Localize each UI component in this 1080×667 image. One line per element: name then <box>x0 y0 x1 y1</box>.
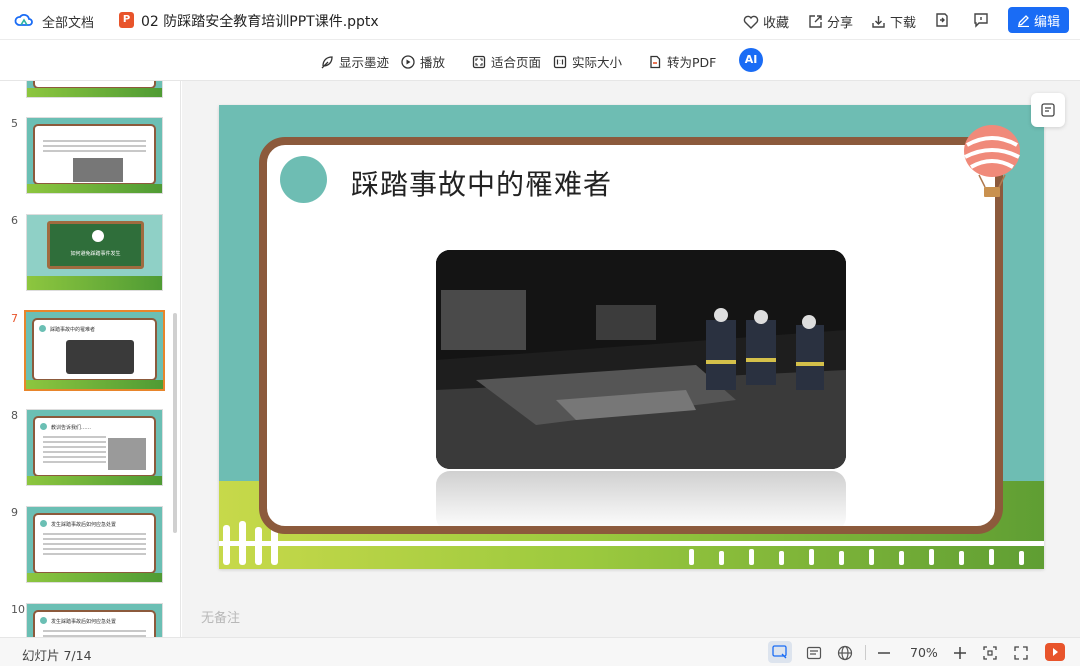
favorite-label: 收藏 <box>763 16 790 31</box>
favorite-button[interactable]: 收藏 <box>743 12 789 31</box>
slide-view: 踩踏事故中的罹难者 无备注 <box>182 81 1080 637</box>
zoom-in-icon[interactable] <box>951 644 969 662</box>
play-circle-icon <box>401 54 415 69</box>
heart-icon <box>743 15 759 29</box>
share-button[interactable]: 分享 <box>808 12 853 31</box>
thumbnail-number: 8 <box>11 409 18 422</box>
fit-page-button[interactable]: 适合页面 <box>472 52 541 71</box>
play-icon <box>1053 648 1058 656</box>
fit-page-icon <box>472 55 486 68</box>
download-icon <box>872 16 885 28</box>
zoom-level: 70% <box>910 645 938 660</box>
slide-title: 踩踏事故中的罹难者 <box>351 168 613 201</box>
slideshow-play-button[interactable] <box>1045 643 1065 661</box>
to-pdf-label: 转为PDF <box>667 55 717 70</box>
slide-view-icon <box>772 645 787 659</box>
thumbnail-slide-7-active[interactable]: 踩踏事故中的罹难者 <box>24 310 165 391</box>
share-icon <box>809 15 822 28</box>
thumbnail-title: 如何避免踩踏事件发生 <box>70 251 121 257</box>
thumbnail-title: 踩踏事故中的罹难者 <box>50 327 96 333</box>
thumbnail-partial[interactable] <box>26 81 163 98</box>
view-toolbar: 显示墨迹 播放 适合页面 实际大小 转为PDF <box>0 40 1080 81</box>
feather-icon <box>321 55 333 68</box>
thumbnail-slide-5[interactable] <box>26 117 163 194</box>
top-bar: 全部文档 P 02 防踩踏安全教育培训PPT课件.pptx 收藏 分享 下载 编… <box>0 0 1080 40</box>
cloud-icon[interactable] <box>14 11 34 29</box>
download-label: 下载 <box>890 16 917 31</box>
edit-button[interactable]: 编辑 <box>1008 7 1069 33</box>
pdf-icon <box>650 55 661 68</box>
thumbnail-title: 发生踩踏事故后如何应急处置 <box>51 619 117 625</box>
thumbnail-title: 教训告诉我们…… <box>51 425 92 431</box>
slide-counter: 幻灯片 7/14 <box>22 648 92 663</box>
edit-label: 编辑 <box>1033 14 1060 30</box>
download-button[interactable]: 下载 <box>871 12 916 31</box>
photo-reflection <box>436 471 846 531</box>
status-bar: 幻灯片 7/14 70% <box>0 637 1080 666</box>
notes-icon <box>1041 103 1055 117</box>
thumbnail-number: 6 <box>11 214 18 227</box>
share-label: 分享 <box>827 16 854 31</box>
play-label: 播放 <box>420 55 446 70</box>
export-icon[interactable] <box>933 11 951 29</box>
globe-icon[interactable] <box>836 644 854 662</box>
fullscreen-icon[interactable] <box>1012 644 1030 662</box>
play-button[interactable]: 播放 <box>401 52 445 71</box>
thumbnail-slide-8[interactable]: 教训告诉我们…… <box>26 409 163 486</box>
thumbnail-slide-6[interactable]: 如何避免踩踏事件发生 <box>26 214 163 291</box>
to-pdf-button[interactable]: 转为PDF <box>648 52 716 71</box>
ppt-file-icon: P <box>119 12 134 28</box>
fit-screen-icon[interactable] <box>981 644 999 662</box>
file-name: 02 防踩踏安全教育培训PPT课件.pptx <box>141 14 379 30</box>
normal-view-button[interactable] <box>768 641 792 663</box>
actual-size-label: 实际大小 <box>572 55 623 70</box>
fit-page-label: 适合页面 <box>491 55 542 70</box>
current-slide: 踩踏事故中的罹难者 <box>219 105 1044 569</box>
notes-area[interactable]: 无备注 <box>201 607 240 626</box>
thumbnail-panel: 5 6 如何避免踩踏事件发生 7 踩踏事故中的罹难者 8 教训告诉我们…… 9 … <box>0 81 181 637</box>
comment-icon[interactable] <box>972 11 990 29</box>
hot-air-balloon-icon <box>964 125 1020 197</box>
zoom-out-icon[interactable] <box>875 644 893 662</box>
show-ink-button[interactable]: 显示墨迹 <box>320 52 389 71</box>
thumbnail-number: 10 <box>11 603 25 616</box>
thumbnail-number: 5 <box>11 117 18 130</box>
thumbnail-title: 发生踩踏事故后如何应急处置 <box>51 522 117 528</box>
ai-assistant-button[interactable]: AI <box>739 48 763 72</box>
thumbnail-slide-10[interactable]: 发生踩踏事故后如何应急处置 <box>26 603 163 637</box>
pencil-icon <box>1017 14 1029 27</box>
thumbnail-slide-9[interactable]: 发生踩踏事故后如何应急处置 <box>26 506 163 583</box>
thumbnail-scrollbar[interactable] <box>173 313 177 533</box>
outline-view-icon[interactable] <box>805 644 823 662</box>
annotation-toggle-button[interactable] <box>1031 93 1065 127</box>
thumbnail-number: 9 <box>11 506 18 519</box>
all-docs-link[interactable]: 全部文档 <box>42 12 94 31</box>
actual-size-icon <box>553 55 567 68</box>
actual-size-button[interactable]: 实际大小 <box>553 52 622 71</box>
show-ink-label: 显示墨迹 <box>339 55 390 70</box>
thumbnail-number-active: 7 <box>11 312 18 325</box>
title-bullet-circle <box>280 156 327 203</box>
status-divider <box>865 645 866 660</box>
accident-photo <box>436 250 846 469</box>
